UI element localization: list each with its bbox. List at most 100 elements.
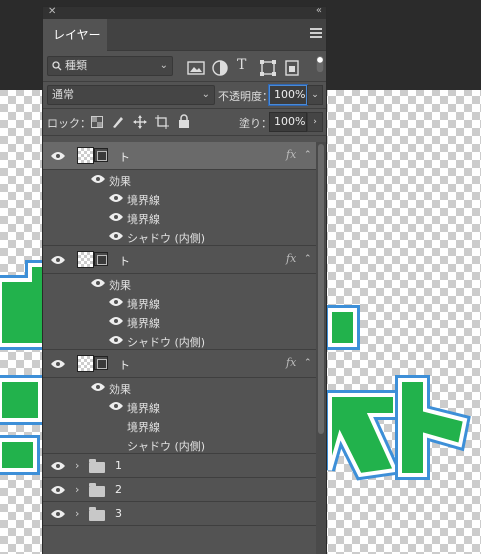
chevron-right-icon[interactable]: › (75, 483, 79, 496)
shape-filter-icon[interactable] (259, 59, 277, 77)
effects-row[interactable]: 効果 (43, 378, 326, 397)
eye-icon[interactable] (91, 174, 105, 184)
fx-icon[interactable]: fx (286, 252, 296, 265)
effect-row[interactable]: シャドウ (内側) (43, 331, 326, 350)
lock-transparent-pixels-icon[interactable] (91, 116, 103, 128)
effect-row[interactable]: シャドウ (内側) (43, 435, 326, 454)
eye-icon[interactable] (91, 382, 105, 392)
effect-name: 境界線 (127, 317, 160, 330)
effect-name: 境界線 (127, 421, 160, 434)
lock-all-icon[interactable] (178, 114, 190, 128)
collapse-icon[interactable]: « (316, 5, 322, 16)
layer-row[interactable]: ト fx ⌃ (43, 142, 326, 170)
chevron-up-icon[interactable]: ⌃ (304, 254, 312, 264)
eye-icon[interactable] (51, 151, 65, 161)
layers-list: ト fx ⌃ 効果 境界線 境界線 シャドウ (内側) ト fx ⌃ 効果 境界… (43, 142, 326, 554)
layer-thumbnail (77, 355, 94, 372)
close-icon[interactable]: ✕ (48, 6, 56, 17)
effects-row[interactable]: 効果 (43, 170, 326, 189)
eye-icon[interactable] (51, 485, 65, 495)
eye-icon[interactable] (109, 335, 123, 345)
fill-input[interactable]: 100% (269, 112, 307, 132)
layer-row[interactable]: ト fx ⌃ (43, 350, 326, 378)
search-icon (52, 61, 62, 71)
group-row[interactable]: › 1 (43, 454, 326, 478)
smart-object-badge-icon (94, 252, 108, 266)
effects-row[interactable]: 効果 (43, 274, 326, 293)
effect-name: 境界線 (127, 298, 160, 311)
fill-dropdown-button[interactable]: › (307, 112, 323, 132)
group-name: 1 (115, 459, 122, 472)
effect-name: 境界線 (127, 213, 160, 226)
opacity-input[interactable]: 100% (269, 85, 307, 105)
opacity-label: 不透明度： (218, 90, 273, 103)
opacity-dropdown-button[interactable]: ⌄ (307, 85, 323, 105)
chevron-up-icon[interactable]: ⌃ (304, 150, 312, 160)
folder-icon (89, 507, 105, 521)
group-row[interactable]: › 3 (43, 502, 326, 526)
effect-row[interactable]: 境界線 (43, 397, 326, 416)
eye-icon[interactable] (109, 297, 123, 307)
lock-artboard-icon[interactable] (155, 115, 169, 129)
lock-label: ロック： (47, 117, 91, 130)
smart-object-filter-icon[interactable] (283, 59, 301, 77)
blend-mode-label: 通常 (52, 88, 74, 101)
effect-row[interactable]: 境界線 (43, 189, 326, 208)
folder-icon (89, 459, 105, 473)
effect-row[interactable]: 境界線 (43, 293, 326, 312)
lock-position-icon[interactable] (133, 115, 147, 129)
group-name: 3 (115, 507, 122, 520)
eye-icon[interactable] (109, 401, 123, 411)
layers-scrollbar[interactable] (316, 142, 326, 554)
chevron-up-icon[interactable]: ⌃ (304, 358, 312, 368)
layers-panel: ✕ « レイヤー 種類 ⌄ T 通常 ⌄ 不透明度： 100% ⌄ ロック： 塗… (42, 5, 327, 554)
eye-icon[interactable] (109, 316, 123, 326)
eye-icon[interactable] (51, 509, 65, 519)
effects-label: 効果 (109, 175, 131, 188)
chevron-right-icon[interactable]: › (75, 459, 79, 472)
type-filter-icon[interactable]: T (237, 57, 246, 73)
smart-object-badge-icon (94, 148, 108, 162)
fill-label: 塗り： (239, 117, 272, 130)
eye-icon[interactable] (109, 212, 123, 222)
chevron-right-icon[interactable]: › (75, 507, 79, 520)
panel-menu-icon[interactable] (310, 28, 322, 40)
layer-thumbnail (77, 251, 94, 268)
eye-icon[interactable] (51, 255, 65, 265)
layer-name: ト (119, 151, 130, 164)
layer-name: ト (119, 255, 130, 268)
chevron-down-icon: ⌄ (159, 60, 168, 71)
panel-tabbar: レイヤー (43, 19, 326, 51)
fx-icon[interactable]: fx (286, 356, 296, 369)
effect-row[interactable]: 境界線 (43, 416, 326, 435)
tab-layers[interactable]: レイヤー (43, 19, 107, 51)
effect-name: シャドウ (内側) (127, 232, 206, 245)
eye-icon[interactable] (109, 193, 123, 203)
filter-kind-select[interactable]: 種類 ⌄ (47, 56, 173, 76)
panel-titlebar: ✕ « (43, 5, 326, 19)
fx-icon[interactable]: fx (286, 148, 296, 161)
effects-label: 効果 (109, 279, 131, 292)
scrollbar-thumb[interactable] (318, 144, 324, 434)
eye-icon[interactable] (91, 278, 105, 288)
eye-icon[interactable] (51, 359, 65, 369)
smart-object-badge-icon (94, 356, 108, 370)
effect-name: 境界線 (127, 402, 160, 415)
eye-icon[interactable] (109, 231, 123, 241)
blend-mode-select[interactable]: 通常 ⌄ (47, 85, 215, 105)
lock-image-pixels-icon[interactable] (111, 115, 125, 129)
image-filter-icon[interactable] (187, 59, 205, 77)
effect-name: シャドウ (内側) (127, 336, 206, 349)
filter-toggle-icon[interactable] (311, 55, 329, 73)
layer-thumbnail (77, 147, 94, 164)
eye-icon[interactable] (51, 461, 65, 471)
effect-row[interactable]: 境界線 (43, 208, 326, 227)
effect-row[interactable]: 境界線 (43, 312, 326, 331)
group-row[interactable]: › 2 (43, 478, 326, 502)
layer-effects: 効果 境界線 境界線 シャドウ (内側) (43, 274, 326, 350)
layer-effects: 効果 境界線 境界線 シャドウ (内側) (43, 170, 326, 246)
adjustment-filter-icon[interactable] (211, 59, 229, 77)
filter-row: 種類 ⌄ T (43, 51, 326, 81)
effect-row[interactable]: シャドウ (内側) (43, 227, 326, 246)
layer-row[interactable]: ト fx ⌃ (43, 246, 326, 274)
